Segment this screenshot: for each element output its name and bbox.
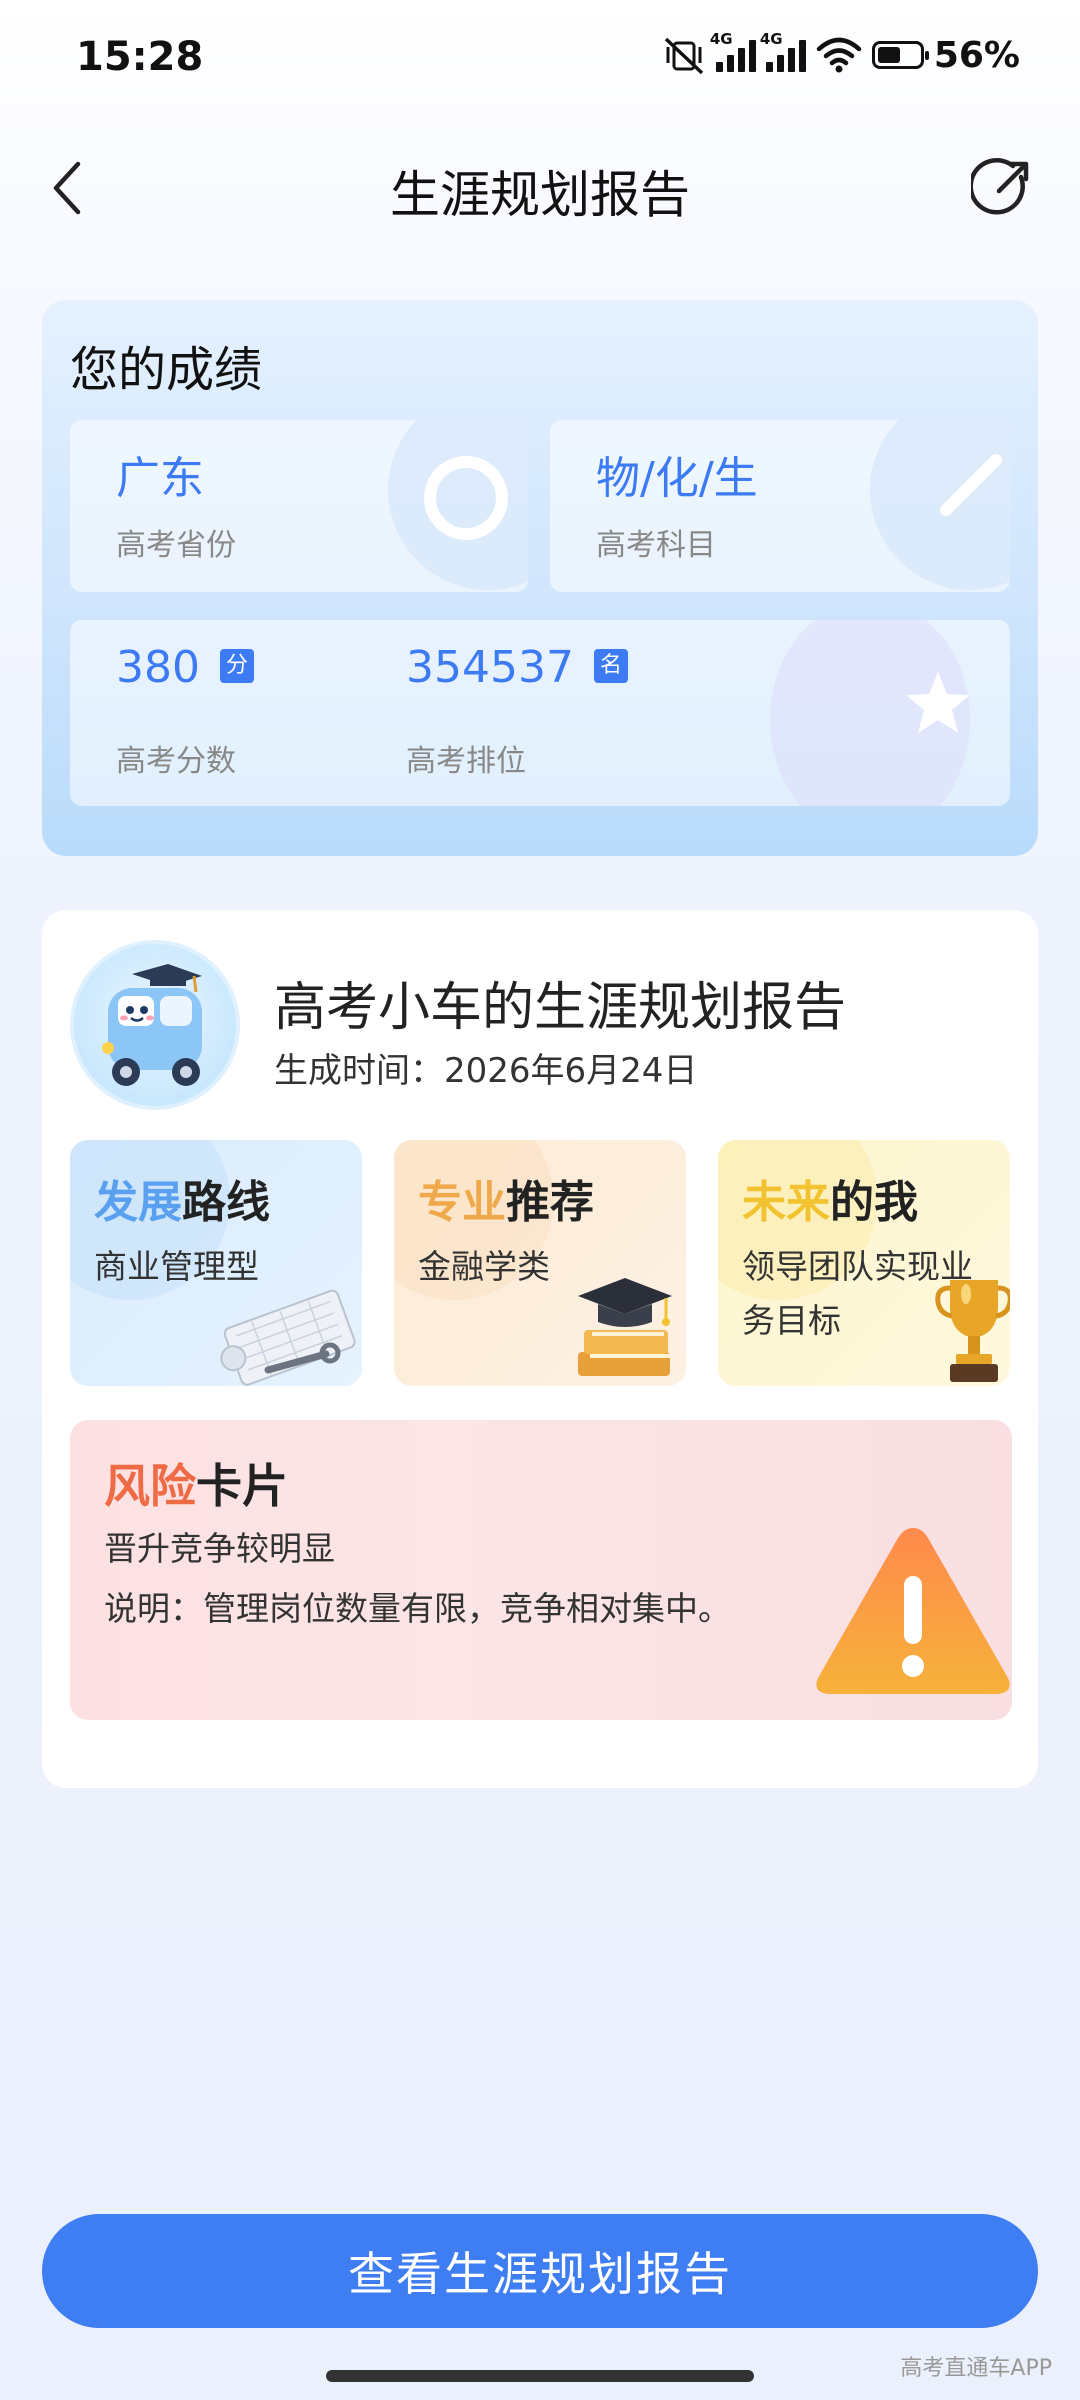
score-value: 380 bbox=[116, 642, 200, 693]
battery-text: 56% bbox=[933, 34, 1020, 76]
car-mascot-icon bbox=[102, 964, 202, 1086]
subjects-value: 物/化/生 bbox=[596, 453, 758, 504]
trophy-icon bbox=[935, 1280, 1010, 1382]
future-me-title-rest: 的我 bbox=[830, 1177, 918, 1228]
share-button[interactable] bbox=[968, 155, 1035, 219]
development-route-title: 发展路线 bbox=[94, 1166, 270, 1230]
vibrate-mute-icon bbox=[664, 37, 704, 75]
risk-description: 说明：管理岗位数量有限，竞争相对集中。 bbox=[104, 1589, 731, 1628]
score-rank-tile: 380 分 高考分数 354537 名 高考排位 bbox=[70, 620, 1010, 806]
network-type-label: 4G bbox=[759, 30, 783, 48]
signal-icon: 4G bbox=[710, 30, 756, 72]
risk-title-rest: 卡片 bbox=[196, 1459, 288, 1513]
network-type-label: 4G bbox=[709, 30, 733, 48]
major-recommendation-title-highlight: 专业 bbox=[418, 1177, 506, 1228]
home-indicator[interactable] bbox=[326, 2370, 754, 2382]
share-icon bbox=[968, 158, 1029, 215]
report-title: 高考小车的生涯规划报告 bbox=[274, 978, 847, 1038]
warning-icon bbox=[816, 1528, 1010, 1694]
decorative-ring bbox=[424, 456, 508, 540]
rank-value-row: 354537 名 bbox=[406, 642, 628, 693]
major-recommendation-card[interactable]: 专业推荐 金融学类 bbox=[394, 1140, 686, 1386]
status-icons: 4G 4G 56% bbox=[662, 30, 1020, 80]
battery-icon bbox=[871, 41, 929, 69]
development-route-title-rest: 路线 bbox=[182, 1177, 270, 1228]
page-title: 生涯规划报告 bbox=[390, 166, 690, 224]
future-me-title-highlight: 未来 bbox=[742, 1177, 830, 1228]
subjects-tile: 物/化/生 高考科目 bbox=[550, 420, 1010, 592]
report-card: 高考小车的生涯规划报告 生成时间：2026年6月24日 发展路线 商业管理型 专… bbox=[42, 910, 1038, 1788]
star-icon bbox=[906, 672, 970, 733]
blueprint-tools-icon bbox=[220, 1289, 356, 1386]
risk-title: 风险卡片 bbox=[104, 1450, 288, 1516]
risk-title-highlight: 风险 bbox=[104, 1459, 196, 1513]
risk-subtitle: 晋升竞争较明显 bbox=[104, 1529, 335, 1568]
pen-icon bbox=[940, 454, 1002, 516]
view-report-button[interactable]: 查看生涯规划报告 bbox=[42, 2214, 1038, 2328]
avatar bbox=[70, 940, 240, 1110]
future-me-title: 未来的我 bbox=[742, 1166, 918, 1230]
development-route-card[interactable]: 发展路线 商业管理型 bbox=[70, 1140, 362, 1386]
major-recommendation-title: 专业推荐 bbox=[418, 1166, 594, 1230]
rank-unit-badge: 名 bbox=[593, 649, 628, 683]
score-unit-badge: 分 bbox=[219, 649, 254, 683]
report-time: 生成时间：2026年6月24日 bbox=[274, 1051, 698, 1091]
province-tile: 广东 高考省份 bbox=[70, 420, 528, 592]
signal-icon: 4G bbox=[760, 30, 806, 72]
province-value: 广东 bbox=[116, 453, 204, 504]
app-watermark: 高考直通车APP bbox=[900, 2356, 1052, 2381]
future-me-card[interactable]: 未来的我 领导团队实现业务目标 bbox=[718, 1140, 1010, 1386]
rank-label: 高考排位 bbox=[406, 744, 526, 779]
development-route-title-highlight: 发展 bbox=[94, 1177, 182, 1228]
subjects-label: 高考科目 bbox=[596, 528, 716, 563]
status-time: 15:28 bbox=[76, 34, 204, 80]
score-value-row: 380 分 bbox=[116, 642, 254, 693]
rank-value: 354537 bbox=[406, 642, 574, 693]
score-card: 您的成绩 广东 高考省份 物/化/生 高考科目 380 分 高考分数 354537… bbox=[42, 300, 1038, 856]
wifi-icon bbox=[816, 37, 862, 73]
graduation-cap-books-icon bbox=[578, 1278, 672, 1376]
major-recommendation-title-rest: 推荐 bbox=[506, 1177, 594, 1228]
risk-card[interactable]: 风险卡片 晋升竞争较明显 说明：管理岗位数量有限，竞争相对集中。 bbox=[70, 1420, 1012, 1720]
province-label: 高考省份 bbox=[116, 528, 236, 563]
score-heading: 您的成绩 bbox=[70, 342, 263, 398]
score-label: 高考分数 bbox=[116, 744, 236, 779]
